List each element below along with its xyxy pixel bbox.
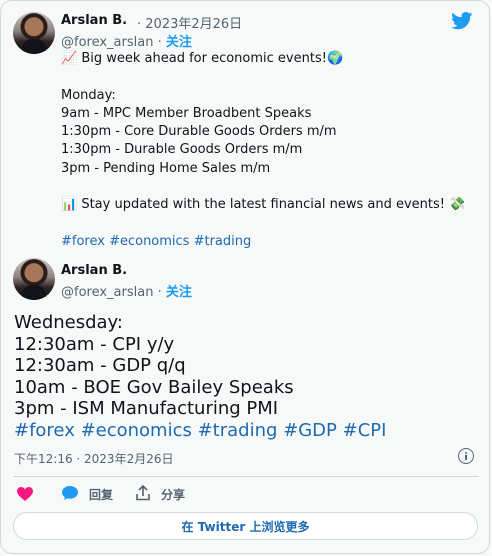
author-handle[interactable]: @forex_arslan bbox=[61, 285, 153, 300]
tweet-line: Wednesday: bbox=[14, 312, 123, 333]
tweet-line bbox=[61, 215, 465, 233]
twitter-bird-icon[interactable] bbox=[451, 12, 473, 30]
handle-row: @forex_arslan · 关注 bbox=[61, 281, 192, 300]
info-icon[interactable] bbox=[458, 448, 474, 464]
tweet-timestamp[interactable]: 下午12:16 · 2023年2月26日 bbox=[14, 450, 173, 467]
heart-icon[interactable] bbox=[17, 487, 33, 501]
tweet-embed-card: Arslan B. · 2023年2月26日 @forex_arslan · 关… bbox=[0, 0, 490, 554]
share-button[interactable]: 分享 bbox=[161, 486, 185, 503]
tweet-line: 1:30pm - Durable Goods Orders m/m bbox=[61, 142, 303, 158]
hashtags[interactable]: #forex #economics #trading #GDP #CPI bbox=[14, 420, 386, 442]
avatar[interactable] bbox=[13, 258, 55, 300]
tweet-line bbox=[61, 178, 465, 196]
tweet-line: 9am - MPC Member Broadbent Speaks bbox=[61, 105, 312, 121]
date-text: 2023年2月26日 bbox=[145, 17, 243, 32]
share-icon[interactable] bbox=[136, 485, 150, 501]
tweet-line: 📈 Big week ahead for economic events!🌍 bbox=[61, 51, 344, 66]
reply-bubble-icon[interactable] bbox=[62, 486, 78, 500]
author-handle[interactable]: @forex_arslan bbox=[61, 35, 153, 50]
separator-dot: · bbox=[157, 35, 162, 50]
handle-row: @forex_arslan · 关注 bbox=[61, 31, 192, 50]
author-name[interactable]: Arslan B. bbox=[61, 13, 127, 28]
avatar[interactable] bbox=[13, 12, 55, 54]
author-name[interactable]: Arslan B. bbox=[61, 263, 127, 278]
hashtags[interactable]: #forex #economics #trading bbox=[61, 233, 465, 251]
tweet-text: 📈 Big week ahead for economic events!🌍 M… bbox=[61, 50, 465, 251]
follow-link[interactable]: 关注 bbox=[166, 285, 192, 300]
reply-button[interactable]: 回复 bbox=[89, 486, 113, 503]
divider bbox=[13, 476, 479, 477]
tweet-line: 10am - BOE Gov Bailey Speaks bbox=[14, 376, 294, 398]
tweet-line bbox=[61, 68, 465, 86]
separator-dot: · bbox=[157, 285, 162, 300]
tweet-line: 1:30pm - Core Durable Goods Orders m/m bbox=[61, 124, 337, 140]
tweet-line: 3pm - ISM Manufacturing PMI bbox=[14, 398, 279, 420]
tweet-line: 12:30am - GDP q/q bbox=[14, 355, 186, 377]
follow-link[interactable]: 关注 bbox=[166, 35, 192, 50]
tweet-line: 📊 Stay updated with the latest financial… bbox=[61, 197, 466, 213]
tweet-line: Monday: bbox=[61, 87, 116, 103]
separator-dot: · bbox=[137, 17, 142, 32]
tweet-line: 3pm - Pending Home Sales m/m bbox=[61, 160, 271, 176]
tweet-line: 12:30am - CPI y/y bbox=[14, 333, 175, 355]
tweet-date[interactable]: · 2023年2月26日 bbox=[137, 13, 242, 32]
main-tweet-text: Wednesday: 12:30am - CPI y/y 12:30am - G… bbox=[14, 312, 386, 442]
view-more-on-twitter-button[interactable]: 在 Twitter 上浏览更多 bbox=[13, 512, 478, 540]
